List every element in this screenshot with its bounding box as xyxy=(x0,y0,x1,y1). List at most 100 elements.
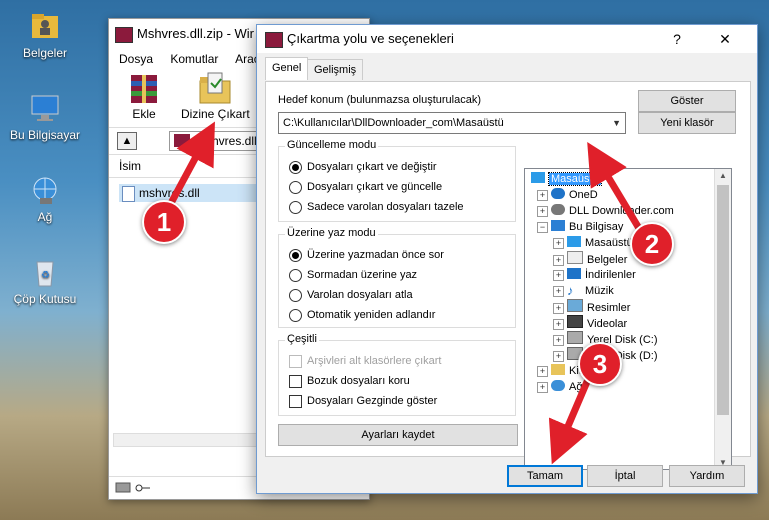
file-row[interactable]: mshvres.dll xyxy=(119,184,279,202)
tree-item-label: Videolar xyxy=(587,318,628,330)
up-folder-button[interactable]: ▲ xyxy=(117,132,137,150)
tab-advanced[interactable]: Gelişmiş xyxy=(307,59,364,80)
dll-file-icon xyxy=(122,186,135,202)
update-mode-group: Güncelleme modu Dosyaları çıkart ve deği… xyxy=(278,139,516,222)
desktop-icon-this-pc[interactable]: Bu Bilgisayar xyxy=(5,92,85,142)
overwrite-mode-option[interactable]: Varolan dosyaları atla xyxy=(289,287,413,303)
desktop-icon-recycle-bin[interactable]: ♻ Çöp Kutusu xyxy=(5,256,85,306)
tree-item-documents[interactable]: + Belgeler xyxy=(553,251,627,267)
tree-item-pictures[interactable]: + Resimler xyxy=(553,299,630,315)
expand-icon[interactable]: + xyxy=(553,351,564,362)
tree-item-label: Müzik xyxy=(585,285,614,297)
radio-selected[interactable] xyxy=(289,161,302,174)
overwrite-mode-title: Üzerine yaz modu xyxy=(285,227,378,239)
radio[interactable] xyxy=(289,269,302,282)
radio-selected[interactable] xyxy=(289,249,302,262)
desktop-icon-label: Belgeler xyxy=(22,46,68,60)
expand-icon[interactable]: + xyxy=(537,382,548,393)
ok-button[interactable]: Tamam xyxy=(507,465,583,487)
scroll-up-icon[interactable]: ▲ xyxy=(715,171,731,180)
tree-item-music[interactable]: + ♪ Müzik xyxy=(553,283,614,299)
overwrite-mode-option[interactable]: Sormadan üzerine yaz xyxy=(289,267,417,283)
help-button[interactable]: Yardım xyxy=(669,465,745,487)
tab-general[interactable]: Genel xyxy=(265,57,309,80)
expand-icon[interactable]: + xyxy=(553,303,564,314)
tree-item-label: Ağ xyxy=(569,381,583,393)
expand-icon[interactable]: + xyxy=(553,319,564,330)
drive-icon xyxy=(567,331,583,344)
update-mode-option[interactable]: Dosyaları çıkart ve değiştir xyxy=(289,159,437,175)
option-label: Otomatik yeniden adlandır xyxy=(307,309,436,321)
show-button[interactable]: Göster xyxy=(638,90,736,112)
tree-item-label: Masaüstü xyxy=(585,237,633,249)
tree-item-onedrive[interactable]: + OneD xyxy=(537,187,598,203)
tree-item-label: Belgeler xyxy=(587,254,628,266)
tree-item-desktop[interactable]: Masaüstü xyxy=(531,171,602,187)
desktop-icon-documents[interactable]: Belgeler xyxy=(5,10,85,60)
tree-item-this-pc[interactable]: − Bu Bilgisay xyxy=(537,219,623,235)
tree-item-label: Resimler xyxy=(587,302,631,314)
tree-item-desktop-sub[interactable]: + Masaüstü xyxy=(553,235,633,251)
checkbox[interactable] xyxy=(289,395,302,408)
close-icon[interactable]: ✕ xyxy=(705,25,745,53)
tree-item-dlldownloader[interactable]: + DLL Downloader.com xyxy=(537,203,674,219)
extract-dialog: Çıkartma yolu ve seçenekleri ? ✕ Genel G… xyxy=(256,24,758,494)
update-mode-option[interactable]: Sadece varolan dosyaları tazele xyxy=(289,199,464,215)
expand-icon[interactable]: + xyxy=(553,286,564,297)
update-mode-option[interactable]: Dosyaları çıkart ve güncelle xyxy=(289,179,442,195)
misc-option[interactable]: Dosyaları Gezginde göster xyxy=(289,393,437,409)
option-label: Arşivleri alt klasörlere çıkart xyxy=(307,355,442,367)
tree-item-network[interactable]: + Ağ xyxy=(537,379,582,395)
radio[interactable] xyxy=(289,289,302,302)
computer-icon xyxy=(551,220,565,231)
desktop-icon-network[interactable]: Ağ xyxy=(5,174,85,224)
expand-icon[interactable]: + xyxy=(537,190,548,201)
menu-file[interactable]: Dosya xyxy=(119,52,153,66)
misc-group: Çeşitli Arşivleri alt klasörlere çıkart … xyxy=(278,333,516,416)
tree-item-videos[interactable]: + Videolar xyxy=(553,315,627,331)
overwrite-mode-option[interactable]: Otomatik yeniden adlandır xyxy=(289,307,435,323)
desktop-icon-label: Çöp Kutusu xyxy=(13,292,77,306)
chevron-down-icon[interactable]: ▼ xyxy=(612,113,621,133)
cancel-button[interactable]: İptal xyxy=(587,465,663,487)
option-label: Dosyaları çıkart ve değiştir xyxy=(307,161,437,173)
misc-option[interactable]: Bozuk dosyaları koru xyxy=(289,373,410,389)
recycle-bin-icon: ♻ xyxy=(28,256,62,288)
tree-scrollbar[interactable]: ▲ ▼ xyxy=(714,169,731,469)
drive-key-icon xyxy=(115,482,150,493)
save-settings-button[interactable]: Ayarları kaydet xyxy=(278,424,518,446)
radio[interactable] xyxy=(289,201,302,214)
add-button[interactable]: Ekle xyxy=(123,71,165,121)
radio[interactable] xyxy=(289,309,302,322)
expand-icon[interactable]: + xyxy=(553,335,564,346)
help-title-button[interactable]: ? xyxy=(657,25,697,53)
extract-to-button[interactable]: Dizine Çıkart xyxy=(181,71,250,121)
expand-icon[interactable]: + xyxy=(537,206,548,217)
radio[interactable] xyxy=(289,181,302,194)
option-label: Dosyaları Gezginde göster xyxy=(307,395,438,407)
misc-option-disabled: Arşivleri alt klasörlere çıkart xyxy=(289,353,441,369)
desktop-icon-label: Bu Bilgisayar xyxy=(9,128,81,142)
scroll-thumb[interactable] xyxy=(717,185,729,415)
tree-item-label: Bu Bilgisay xyxy=(569,221,624,233)
expand-icon[interactable]: + xyxy=(553,238,564,249)
overwrite-mode-option[interactable]: Üzerine yazmadan önce sor xyxy=(289,247,444,263)
expand-icon[interactable]: + xyxy=(553,270,564,281)
folder-tree[interactable]: Masaüstü + OneD + DLL Downloader.com − Bu B… xyxy=(524,168,732,470)
svg-text:♻: ♻ xyxy=(41,270,50,281)
step-badge-2: 2 xyxy=(630,222,674,266)
collapse-icon[interactable]: − xyxy=(537,222,548,233)
add-button-label: Ekle xyxy=(132,107,156,121)
music-icon: ♪ xyxy=(567,283,574,298)
checkbox[interactable] xyxy=(289,375,302,388)
expand-icon[interactable]: + xyxy=(537,366,548,377)
dialog-titlebar[interactable]: Çıkartma yolu ve seçenekleri ? ✕ xyxy=(257,25,757,53)
option-label: Sormadan üzerine yaz xyxy=(307,269,418,281)
computer-icon xyxy=(28,92,62,124)
expand-icon[interactable]: + xyxy=(553,255,564,266)
winrar-icon xyxy=(265,32,283,48)
menu-commands[interactable]: Komutlar xyxy=(170,52,218,66)
target-path-combobox[interactable]: C:\Kullanıcılar\DllDownloader_com\Masaüs… xyxy=(278,112,626,134)
tree-item-downloads[interactable]: + İndirilenler xyxy=(553,267,636,283)
new-folder-button[interactable]: Yeni klasör xyxy=(638,112,736,134)
